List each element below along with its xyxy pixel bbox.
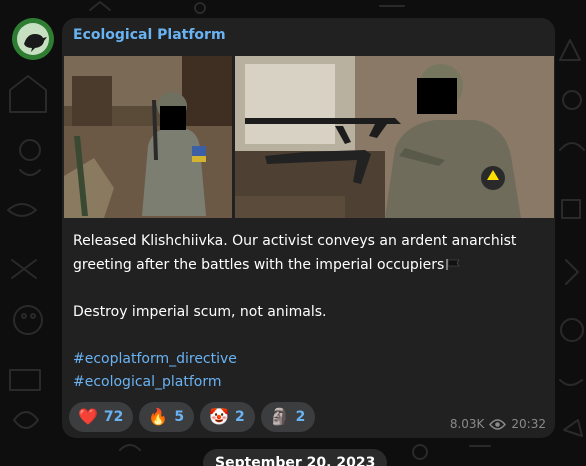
channel-name[interactable]: Ecological Platform [73, 26, 226, 44]
message-time: 20:32 [511, 417, 546, 431]
post-text-line-with-flag: greeting after the battles with the impe… [73, 254, 543, 278]
hashtag-link[interactable]: #ecological_platform [73, 371, 543, 395]
message-meta: 8.03K 20:32 [450, 417, 546, 431]
reactions-bar: ❤️ 72 🔥 5 🤡 2 🗿 2 [69, 402, 316, 432]
black-flag-icon [446, 258, 460, 270]
eye-icon [489, 418, 507, 430]
post-text-line: greeting after the battles with the impe… [73, 256, 445, 273]
heart-icon: ❤️ [78, 407, 98, 426]
reaction-count: 5 [174, 409, 185, 425]
reaction-count: 72 [103, 409, 124, 425]
reaction-count: 2 [295, 409, 306, 425]
post-photo-1[interactable] [64, 56, 232, 218]
reaction-fire[interactable]: 🔥 5 [139, 402, 195, 432]
hashtag-link[interactable]: #ecoplatform_directive [73, 348, 543, 372]
date-separator: September 20, 2023 [203, 449, 388, 466]
post-text: Released Klishchiivka. Our activist conv… [73, 230, 543, 395]
clown-icon: 🤡 [209, 407, 229, 426]
reaction-heart[interactable]: ❤️ 72 [69, 402, 134, 432]
message-bubble: Ecological Platform Released Klishchiivk… [62, 18, 555, 438]
view-count: 8.03K [449, 417, 485, 431]
reaction-moai[interactable]: 🗿 2 [260, 402, 316, 432]
reaction-count: 2 [235, 409, 245, 425]
post-photo-2[interactable] [235, 56, 554, 218]
moai-icon: 🗿 [269, 407, 290, 426]
channel-avatar[interactable] [12, 18, 54, 60]
post-text-line: Released Klishchiivka. Our activist conv… [73, 233, 517, 249]
post-text-line: Destroy imperial scum, not animals. [73, 303, 327, 320]
reaction-clown[interactable]: 🤡 2 [200, 402, 255, 432]
fire-icon: 🔥 [148, 407, 169, 426]
